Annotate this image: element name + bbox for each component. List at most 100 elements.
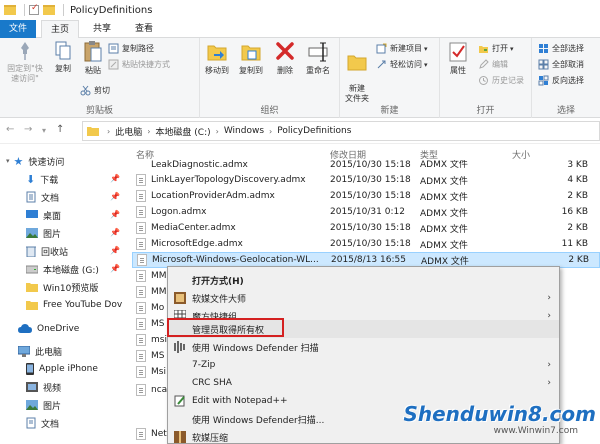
- properties-icon[interactable]: [29, 3, 39, 15]
- edit-button[interactable]: 编辑: [478, 58, 508, 71]
- window-title: PolicyDefinitions: [70, 4, 153, 16]
- chevron-down-icon[interactable]: ▾: [6, 157, 10, 165]
- table-row[interactable]: Logon.admx 2015/10/31 0:12 ADMX 文件 16 KB: [132, 204, 600, 220]
- tab-home[interactable]: 主页: [41, 20, 79, 39]
- properties-button[interactable]: 属性: [444, 40, 472, 76]
- new-folder-icon: [347, 55, 367, 71]
- nav-label: 视频: [43, 383, 62, 394]
- file-name: MicrosoftEdge.admx: [151, 239, 243, 249]
- organize-group: 移动到 复制到 删除 重命名 组织: [200, 38, 340, 118]
- nav-pictures[interactable]: 图片: [26, 224, 61, 242]
- copy-path-button[interactable]: 复制路径: [108, 42, 154, 55]
- menu-item-open-with[interactable]: 打开方式(H): [168, 271, 559, 289]
- forward-arrow-icon[interactable]: →: [24, 124, 32, 135]
- table-row[interactable]: MediaCenter.admx 2015/10/30 15:18 ADMX 文…: [132, 220, 600, 236]
- delete-button[interactable]: 删除: [272, 40, 298, 76]
- menu-item-label: 使用 Windows Defender 扫描: [192, 343, 319, 354]
- file-size: 3 KB: [567, 160, 588, 170]
- menu-item-defender-scan[interactable]: 使用 Windows Defender 扫描: [168, 338, 559, 356]
- nav-local-disk-g[interactable]: 本地磁盘 (G:): [26, 260, 99, 278]
- admx-file-icon: [136, 190, 146, 202]
- table-row[interactable]: LinkLayerTopologyDiscovery.admx 2015/10/…: [132, 172, 600, 188]
- pin-icon[interactable]: 📌: [110, 210, 120, 219]
- chevron-down-icon: ▾: [510, 44, 514, 53]
- back-arrow-icon[interactable]: ←: [6, 124, 14, 135]
- history-button[interactable]: 历史记录: [478, 74, 524, 87]
- tab-share[interactable]: 共享: [84, 20, 120, 38]
- breadcrumb-policydefinitions[interactable]: PolicyDefinitions: [277, 126, 351, 136]
- file-type: ADMX 文件: [421, 256, 469, 267]
- nav-documents[interactable]: 文档: [26, 188, 59, 206]
- nav-desktop[interactable]: 桌面: [26, 206, 61, 224]
- cut-button[interactable]: 剪切: [80, 84, 110, 97]
- paste-button[interactable]: 粘贴: [80, 40, 106, 76]
- easy-access-button[interactable]: 轻松访问 ▾: [376, 58, 428, 71]
- breadcrumb-local-disk-c[interactable]: 本地磁盘 (C:): [155, 125, 210, 138]
- nav-apple-iphone[interactable]: Apple iPhone: [26, 360, 98, 378]
- nav-documents-pc[interactable]: 文档: [26, 414, 59, 432]
- invert-selection-button[interactable]: 反向选择: [538, 74, 584, 87]
- nav-downloads[interactable]: ⬇ 下载: [26, 170, 58, 188]
- new-folder-icon[interactable]: [43, 5, 55, 15]
- copy-to-button[interactable]: 复制到: [236, 40, 266, 76]
- organize-group-label: 组织: [260, 106, 279, 116]
- rename-icon: [308, 42, 328, 62]
- breadcrumb-windows[interactable]: Windows: [224, 126, 264, 136]
- breadcrumb-chevron-icon[interactable]: ›: [216, 127, 219, 136]
- pin-icon[interactable]: 📌: [110, 264, 120, 273]
- pin-icon[interactable]: 📌: [110, 246, 120, 255]
- open-button[interactable]: 打开 ▾: [478, 42, 514, 55]
- breadcrumb-chevron-icon[interactable]: ›: [147, 127, 150, 136]
- select-none-label: 全部取消: [552, 60, 584, 69]
- nav-this-pc[interactable]: 此电脑: [18, 342, 62, 360]
- pin-icon[interactable]: 📌: [110, 228, 120, 237]
- delete-x-icon: [276, 42, 294, 60]
- nav-onedrive[interactable]: OneDrive: [18, 320, 79, 338]
- pin-quick-access-button[interactable]: 固定到"快速访问": [4, 40, 46, 84]
- new-folder-button[interactable]: 新建 文件夹: [342, 40, 372, 104]
- address-row: ← → ▾ ↑ › 此电脑 › 本地磁盘 (C:) › Windows › Po…: [0, 118, 600, 144]
- new-item-button[interactable]: 新建项目 ▾: [376, 42, 428, 55]
- address-bar[interactable]: › 此电脑 › 本地磁盘 (C:) › Windows › PolicyDefi…: [82, 121, 600, 141]
- tab-view[interactable]: 查看: [126, 20, 162, 38]
- table-row[interactable]: LocationProviderAdm.admx 2015/10/30 15:1…: [132, 188, 600, 204]
- easy-access-icon: [377, 60, 386, 69]
- open-group: 属性 打开 ▾ 编辑 历史记录 打开: [440, 38, 532, 118]
- submenu-chevron-icon: ›: [547, 293, 551, 303]
- nav-quick-access[interactable]: ▾ ★ 快速访问: [6, 152, 64, 170]
- menu-item-ruanmei-file-master[interactable]: 软媒文件大师 ›: [168, 289, 559, 307]
- file-type: ADMX 文件: [420, 160, 468, 170]
- folder-icon: [87, 127, 99, 136]
- nav-recycle-bin[interactable]: 回收站: [26, 242, 68, 260]
- menu-item-7zip[interactable]: 7-Zip ›: [168, 356, 559, 374]
- nav-label: 此电脑: [35, 347, 63, 358]
- pin-icon[interactable]: 📌: [110, 174, 120, 183]
- menu-item-take-ownership[interactable]: 管理员取得所有权: [168, 320, 559, 338]
- menu-item-crc-sha[interactable]: CRC SHA ›: [168, 374, 559, 392]
- recent-chevron-icon[interactable]: ▾: [42, 126, 46, 135]
- copy-button[interactable]: 复制: [50, 40, 76, 74]
- pin-icon[interactable]: 📌: [110, 192, 120, 201]
- up-arrow-icon[interactable]: ↑: [56, 124, 64, 135]
- nav-videos[interactable]: 视频: [26, 378, 61, 396]
- breadcrumb-this-pc[interactable]: 此电脑: [115, 125, 142, 138]
- file-name: Logon.admx: [151, 207, 207, 217]
- move-to-button[interactable]: 移动到: [202, 40, 232, 76]
- nav-label: 快速访问: [28, 157, 65, 168]
- tab-file[interactable]: 文件: [0, 20, 36, 38]
- paste-shortcut-button[interactable]: 粘贴快捷方式: [108, 58, 170, 71]
- table-row[interactable]: MicrosoftEdge.admx 2015/10/30 15:18 ADMX…: [132, 236, 600, 252]
- breadcrumb-chevron-icon[interactable]: ›: [269, 127, 272, 136]
- ribbon-tabs: 文件 主页 共享 查看: [0, 20, 600, 39]
- select-all-button[interactable]: 全部选择: [538, 42, 584, 55]
- nav-win10-preview[interactable]: Win10预览版: [26, 278, 98, 296]
- breadcrumb-chevron-icon[interactable]: ›: [107, 127, 110, 136]
- rename-button[interactable]: 重命名: [302, 40, 334, 76]
- admx-file-icon: [137, 254, 147, 266]
- admx-file-icon: [136, 206, 146, 218]
- nav-pictures-pc[interactable]: 图片: [26, 396, 61, 414]
- select-none-button[interactable]: 全部取消: [538, 58, 584, 71]
- watermark-sub-text: www.Winwin7.com: [493, 426, 578, 436]
- nav-free-youtube[interactable]: Free YouTube Dov: [26, 296, 122, 314]
- table-row[interactable]: LeakDiagnostic.admx 2015/10/30 15:18 ADM…: [132, 160, 600, 170]
